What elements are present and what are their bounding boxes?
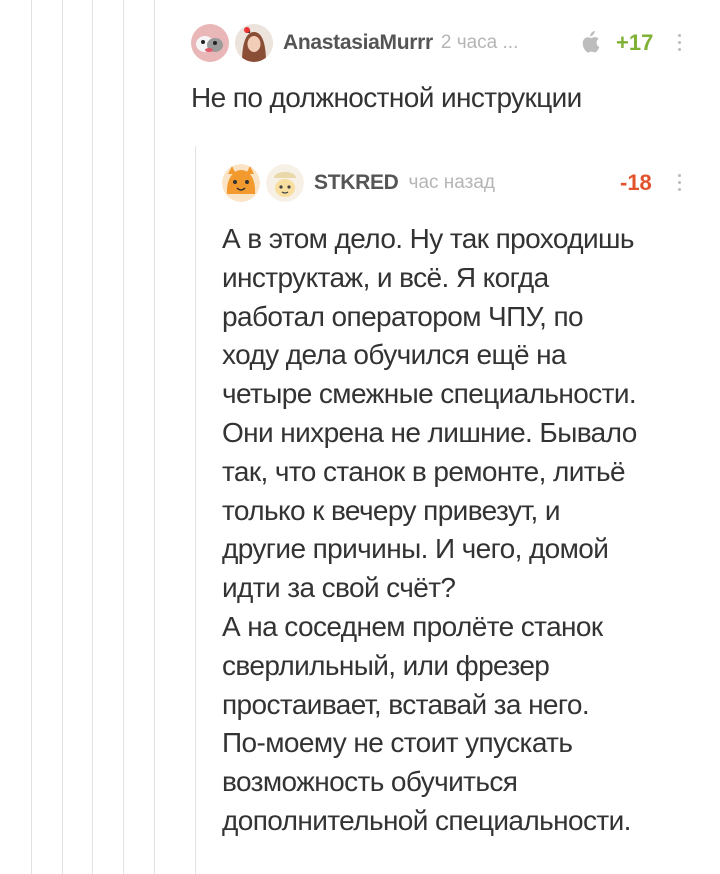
comment-text: Не по должностной инструкции [191,82,582,113]
comment-header: STKRED час назад [222,163,495,203]
comment-text: А в этом дело. Ну так проходишь инструкт… [222,223,637,836]
community-avatar[interactable] [222,164,260,202]
comment-time[interactable]: 2 часа ... [441,32,519,54]
comment-author[interactable]: STKRED [314,171,399,195]
thread-line [123,0,124,874]
thread-line [154,0,155,874]
thread-line [31,0,32,874]
thread-line [92,0,93,874]
community-avatar[interactable] [191,24,229,62]
user-avatar[interactable] [235,24,273,62]
comment-header: AnastasiaMurrr 2 часа ... [191,23,518,63]
comment-rating: +17 [616,30,654,55]
thread-line [62,0,63,874]
user-avatar[interactable] [266,164,304,202]
comment-author[interactable]: AnastasiaMurrr [283,31,433,55]
comment-rating: -18 [620,170,652,195]
comment-time[interactable]: час назад [409,172,495,194]
apple-icon [580,31,600,53]
more-options-icon[interactable] [678,174,682,191]
thread-line [195,146,196,874]
more-options-icon[interactable] [678,34,682,51]
